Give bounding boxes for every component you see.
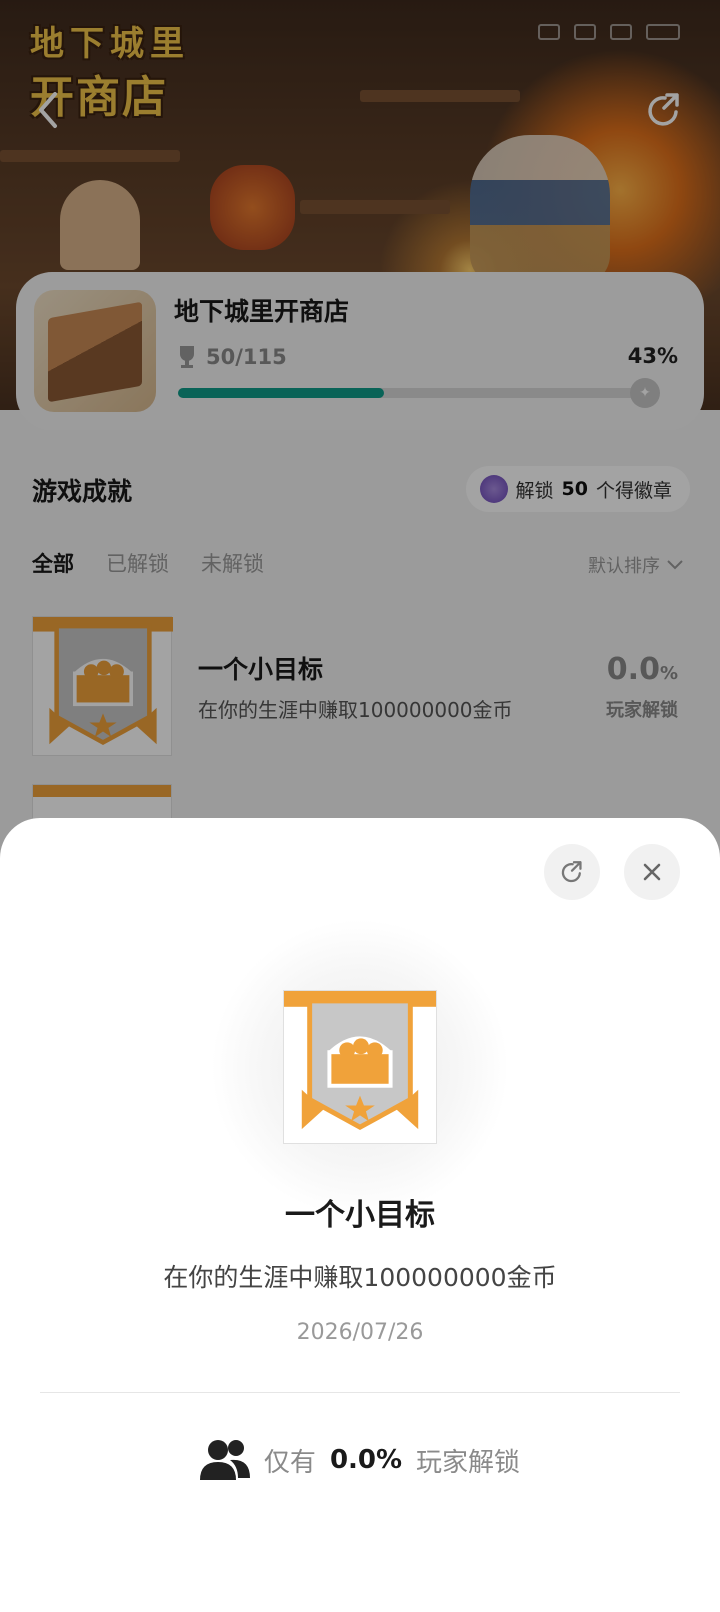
share-button[interactable] [544, 844, 600, 900]
close-icon [643, 863, 661, 881]
achievement-page: 地下城里 开商店 地下城里开商店 50/115 43% ✦ 游戏成就 解锁 50… [0, 0, 720, 1612]
sheet-date: 2026/07/26 [296, 1320, 424, 1345]
achievement-icon-large [283, 990, 437, 1144]
share-icon [561, 861, 582, 883]
close-button[interactable] [624, 844, 680, 900]
treasure-banner-icon [284, 991, 436, 1131]
achievement-detail-sheet: 一个小目标 在你的生涯中赚取100000000金币 2026/07/26 仅有 … [0, 818, 720, 1612]
users-icon [199, 1440, 250, 1480]
sheet-title: 一个小目标 [285, 1198, 435, 1233]
unlock-stat: 仅有 0.0% 玩家解锁 [0, 1438, 720, 1482]
divider [40, 1392, 680, 1393]
sheet-description: 在你的生涯中赚取100000000金币 [163, 1263, 557, 1292]
